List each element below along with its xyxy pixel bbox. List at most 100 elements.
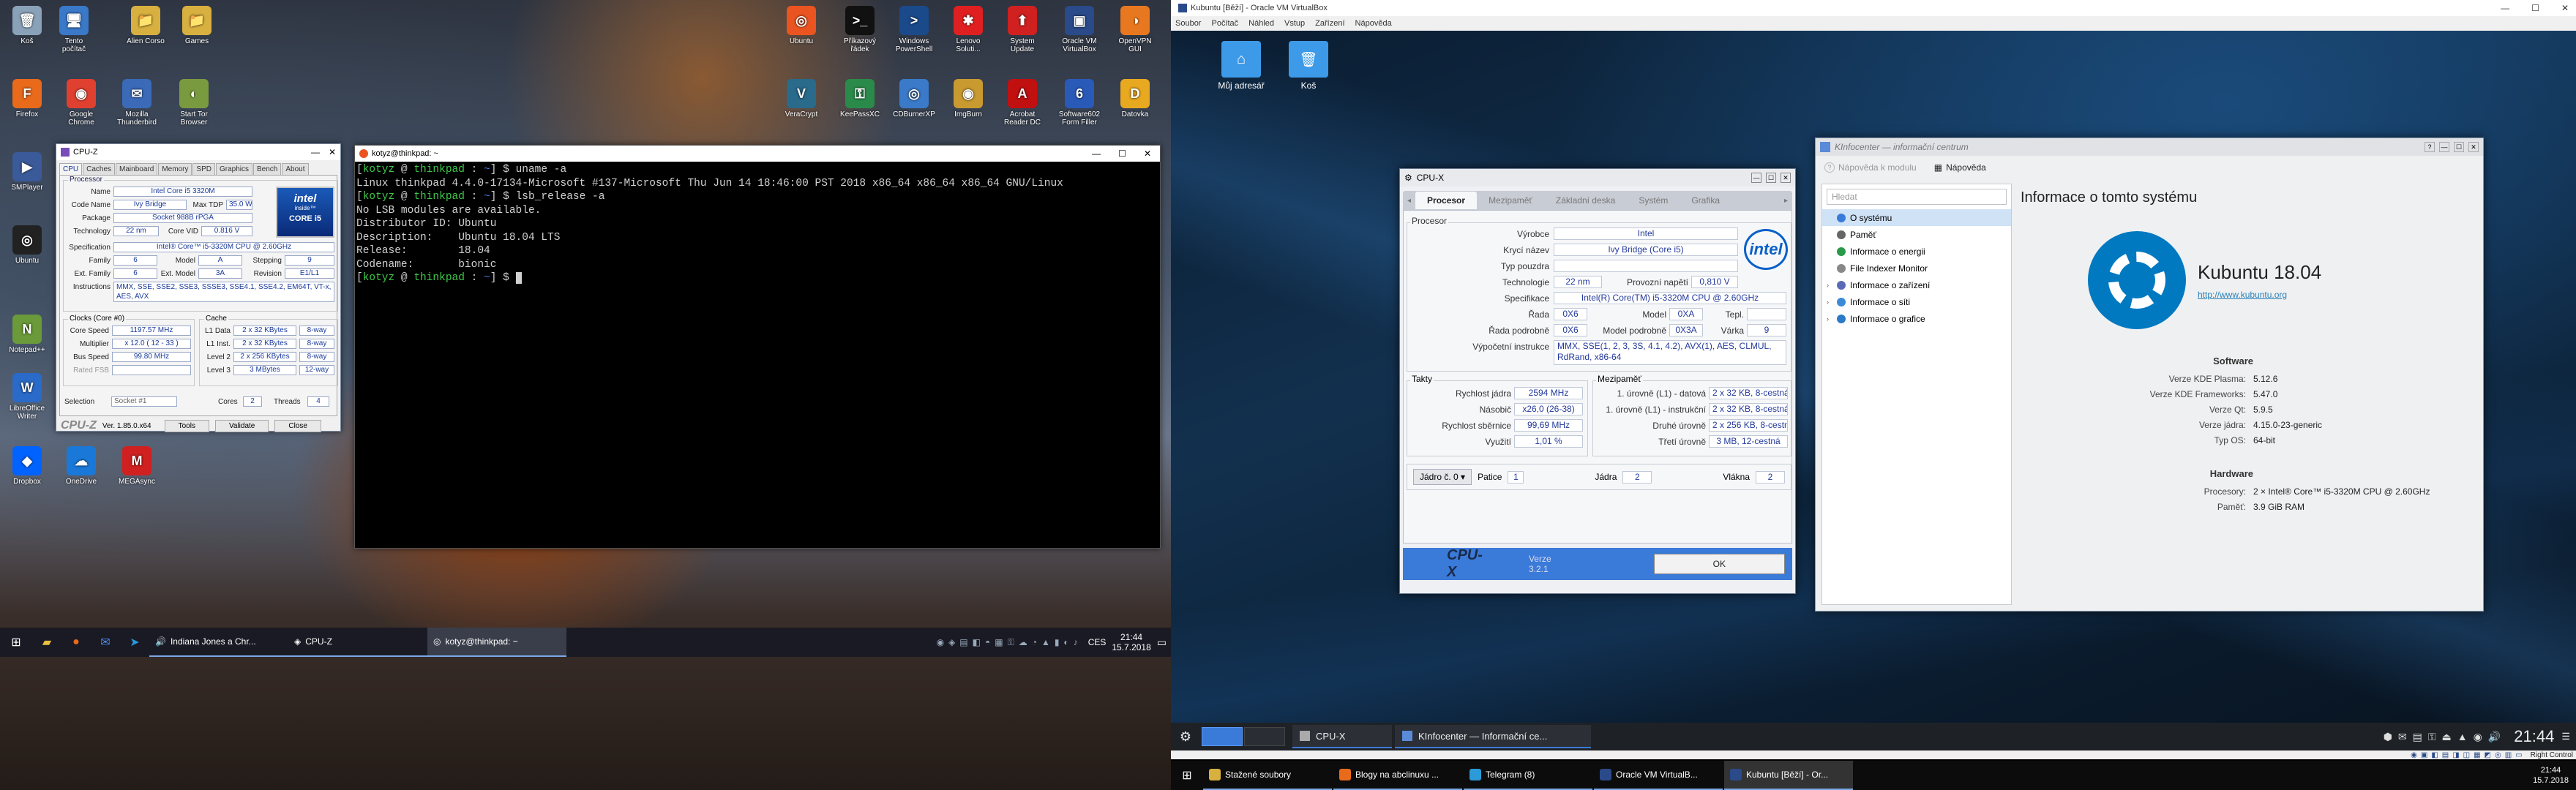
close-icon[interactable]: ✕ [1144, 148, 1151, 159]
taskbar-item[interactable]: Kubuntu [Běží] - Or... [1724, 761, 1853, 790]
chevron-right-icon[interactable]: › [1827, 282, 1832, 289]
desktop-icon-kos[interactable]: 🗑 Koš [6, 6, 48, 45]
taskbar-item[interactable]: Stažené soubory [1203, 761, 1332, 790]
desktop-icon-libre[interactable]: W LibreOffice Writer [6, 373, 48, 421]
chevron-right-icon[interactable]: › [1827, 298, 1832, 306]
cpux-tab[interactable]: Systém [1627, 192, 1680, 209]
tray-icons[interactable]: ◉◈▤◧◓▦⚿☁◔▲▮◐♪ [937, 637, 1082, 648]
socket-select[interactable]: Socket #1 [111, 396, 177, 407]
search-input[interactable]: Hledat [1827, 189, 2007, 205]
desktop-icon-games[interactable]: 📁 Games [176, 6, 218, 45]
distro-url[interactable]: http://www.kubuntu.org [2198, 290, 2321, 300]
cpux-tab[interactable]: Grafika [1680, 192, 1731, 209]
panel-menu-icon[interactable]: ☰ [2561, 731, 2570, 742]
close-icon[interactable]: ✕ [329, 147, 336, 157]
desktop-icon-ubuntu2[interactable]: ◎ Ubuntu [780, 6, 823, 45]
module-help-button[interactable]: ? Nápověda k modulu [1824, 162, 1917, 173]
terminal-body[interactable]: [kotyz @ thinkpad : ~] $ uname -a Linux … [355, 162, 1160, 287]
desktop-icon-sysup[interactable]: ⬆ System Update [1001, 6, 1044, 53]
minimize-icon[interactable]: — [1092, 148, 1101, 159]
trash-icon-item[interactable]: 🗑 Koš [1279, 41, 1338, 91]
cpuz-tab-spd[interactable]: SPD [192, 163, 215, 175]
tree-item[interactable]: › Informace o zařízení [1822, 276, 2011, 293]
desktop-icon-firefox[interactable]: F Firefox [6, 79, 48, 118]
core-select[interactable]: Jádro č. 0 ▾ [1413, 469, 1472, 485]
close-icon[interactable]: ✕ [2468, 142, 2479, 152]
desktop-icon-veracrypt[interactable]: V VeraCrypt [780, 79, 823, 118]
desktop-icon-pwsh[interactable]: > Windows PowerShell [893, 6, 935, 53]
tools-button[interactable]: Tools [164, 419, 209, 432]
firefox-icon[interactable]: ● [61, 636, 91, 649]
cpuz-tab-cpu[interactable]: CPU [59, 163, 83, 175]
cpux-tab[interactable]: Základní deska [1544, 192, 1627, 209]
close-icon[interactable]: ✕ [1781, 173, 1791, 183]
kinfo-titlebar[interactable]: KInfocenter — informační centrum ? — ☐ ✕ [1816, 138, 2483, 156]
input-language[interactable]: CES [1088, 637, 1107, 647]
vbox-status-icons[interactable]: ◉▣◧▤◨◫▦◩◎▥▭ [2411, 751, 2526, 759]
taskbar-item[interactable]: Oracle VM VirtualB... [1594, 761, 1723, 790]
maximize-icon[interactable]: ☐ [1118, 148, 1126, 159]
taskbar-item[interactable]: Blogy na abclinuxu ... [1333, 761, 1462, 790]
cpuz-tab-about[interactable]: About [282, 163, 309, 175]
windows-start-icon[interactable]: ⊞ [0, 635, 32, 650]
taskbar-item[interactable]: Telegram (8) [1464, 761, 1592, 790]
maximize-icon[interactable]: ☐ [1766, 173, 1776, 183]
cpux-titlebar[interactable]: ⚙ CPU-X — ☐ ✕ [1400, 169, 1795, 187]
desktop-icon-cmd[interactable]: >_ Příkazový řádek [839, 6, 881, 53]
minimize-icon[interactable]: — [311, 147, 320, 157]
desktop-icon-dropbox[interactable]: ◆ Dropbox [6, 446, 48, 486]
minimize-icon[interactable]: — [2501, 3, 2509, 13]
maximize-icon[interactable]: ☐ [2531, 3, 2539, 13]
vbox-menu-item[interactable]: Vstup [1284, 19, 1305, 28]
taskbar-item[interactable]: 🔊 Indiana Jones a Chr... [149, 628, 288, 657]
close-button[interactable]: Close [274, 419, 321, 432]
desktop-icon-chrome[interactable]: ◉ Google Chrome [60, 79, 102, 127]
tree-item[interactable]: File Indexer Monitor [1822, 260, 2011, 276]
desktop-icon-ovpn[interactable]: ◑ OpenVPN GUI [1114, 6, 1156, 53]
cpuz-tab-bench[interactable]: Bench [253, 163, 282, 175]
taskbar-item[interactable]: ◎ kotyz@thinkpad: ~ [427, 628, 566, 657]
notifications-icon[interactable]: ▭ [1157, 636, 1167, 649]
vbox-menu-item[interactable]: Nápověda [1355, 19, 1392, 28]
clock[interactable]: 21:44 15.7.2018 [1112, 632, 1150, 652]
pager-desktop-1[interactable] [1202, 727, 1243, 746]
cpuz-tab-graphics[interactable]: Graphics [215, 163, 252, 175]
desktop-icon-mega[interactable]: M MEGAsync [116, 446, 158, 486]
windows-start-icon[interactable]: ⊞ [1171, 768, 1203, 783]
tab-scroll-left-icon[interactable]: ◂ [1403, 197, 1415, 205]
kde-launcher-icon[interactable]: ⚙ [1171, 729, 1200, 745]
kde-task[interactable]: CPU-X [1292, 725, 1392, 748]
desktop-icon-acrobat[interactable]: A Acrobat Reader DC [1001, 79, 1044, 127]
thunderbird-icon[interactable]: ✉ [91, 635, 120, 650]
clock[interactable]: 21:44 15.7.2018 [2533, 765, 2576, 786]
tree-item[interactable]: O systému [1822, 209, 2011, 226]
chevron-right-icon[interactable]: › [1827, 315, 1832, 323]
validate-button[interactable]: Validate [214, 419, 269, 432]
desktop-icon-ubuntu1[interactable]: ◎ Ubuntu [6, 225, 48, 265]
home-folder-icon-item[interactable]: ⌂ Můj adresář [1212, 41, 1270, 91]
taskbar-item[interactable]: ◈ CPU-Z [288, 628, 427, 657]
pager-desktop-2[interactable] [1244, 727, 1285, 746]
kde-tray-icons[interactable]: ⬢✉▤⚿⏏▲◉🔊 [2384, 731, 2507, 743]
tree-item[interactable]: Informace o energii [1822, 243, 2011, 260]
kde-clock[interactable]: 21:44 [2514, 727, 2554, 746]
help-menu-button[interactable]: ▦ Nápověda [1934, 162, 1986, 173]
desktop-icon-onedrive[interactable]: ☁ OneDrive [60, 446, 102, 486]
cpuz-titlebar[interactable]: CPU-Z — ✕ [56, 144, 340, 160]
ok-button[interactable]: OK [1653, 554, 1785, 574]
maximize-icon[interactable]: ☐ [2454, 142, 2464, 152]
cpuz-tab-caches[interactable]: Caches [83, 163, 116, 175]
desktop-icon-cdburner[interactable]: ◎ CDBurnerXP [893, 79, 935, 118]
vbox-menu-item[interactable]: Zařízení [1315, 19, 1344, 28]
minimize-icon[interactable]: — [1751, 173, 1761, 183]
desktop-icon-notepad[interactable]: N Notepad++ [6, 315, 48, 354]
cpuz-tab-memory[interactable]: Memory [158, 163, 192, 175]
desktop-icon-smp[interactable]: ▶ SMPlayer [6, 152, 48, 192]
tree-item[interactable]: › Informace o síti [1822, 293, 2011, 310]
vbox-titlebar[interactable]: Kubuntu [Běží] - Oracle VM VirtualBox — ☐… [1171, 0, 2576, 16]
terminal-titlebar[interactable]: kotyz@thinkpad: ~ — ☐ ✕ [355, 146, 1160, 162]
desktop-icon-keepass[interactable]: ⚿ KeePassXC [839, 79, 881, 118]
telegram-icon[interactable]: ➤ [120, 635, 149, 650]
vbox-menu-item[interactable]: Náhled [1248, 19, 1274, 28]
cpux-tab[interactable]: Mezipaměť [1477, 192, 1544, 209]
